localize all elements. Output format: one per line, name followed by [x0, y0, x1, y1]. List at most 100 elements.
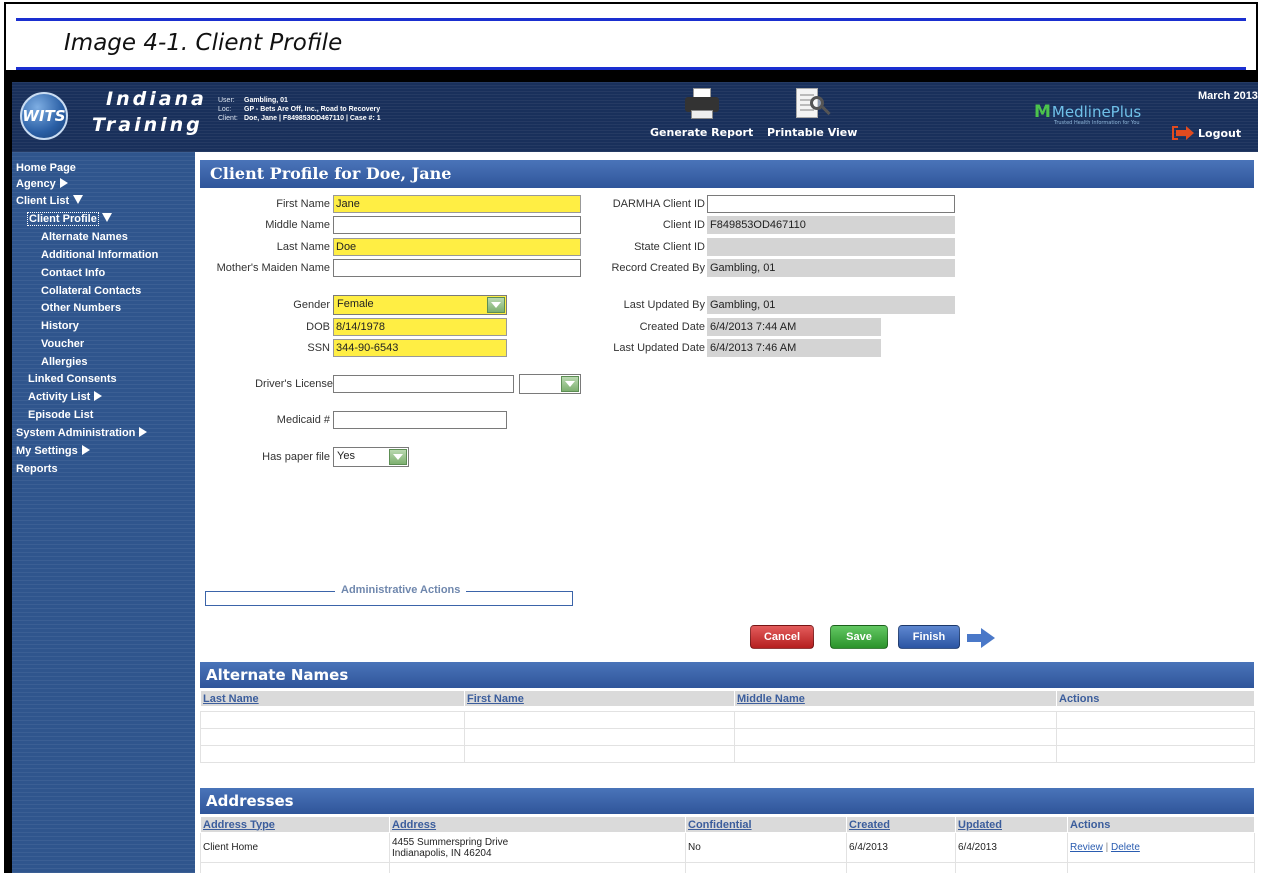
state-client-id-label: State Client ID — [634, 241, 705, 253]
first-name-field[interactable]: Jane — [333, 195, 581, 213]
alternate-names-header: Alternate Names — [200, 662, 1254, 688]
sidebar-nav: Home Page Agency Client List Client Prof… — [12, 152, 195, 873]
client-id-label: Client ID — [662, 219, 705, 231]
col-created[interactable]: Created — [846, 816, 956, 833]
nav-my-settings[interactable]: My Settings — [16, 445, 90, 457]
page-title: Client Profile for Doe, Jane — [200, 160, 1254, 188]
expand-right-icon — [59, 178, 68, 188]
nav-system-administration[interactable]: System Administration — [16, 427, 148, 439]
col-updated[interactable]: Updated — [955, 816, 1068, 833]
expand-right-icon — [94, 391, 103, 401]
mothers-maiden-name-field[interactable] — [333, 259, 581, 277]
dropdown-arrow-icon[interactable] — [389, 449, 407, 465]
session-info: User: Gambling, 01 Loc: GP - Bets Are Off,… — [218, 96, 381, 123]
has-paper-file-select[interactable]: Yes — [333, 447, 409, 467]
gender-value: Female — [337, 298, 374, 310]
loc-value: GP - Bets Are Off, Inc., Road to Recover… — [244, 106, 381, 113]
middle-name-label: Middle Name — [265, 219, 330, 231]
nav-history[interactable]: History — [41, 320, 79, 332]
caption-rule-top — [16, 18, 1246, 21]
nav-other-numbers[interactable]: Other Numbers — [41, 302, 121, 314]
review-link[interactable]: Review — [1070, 842, 1103, 853]
save-button[interactable]: Save — [830, 625, 888, 649]
actions-cell: Review | Delete — [1067, 832, 1255, 863]
middle-name-field[interactable] — [333, 216, 581, 234]
darmha-client-id-field[interactable] — [707, 195, 955, 213]
ssn-field[interactable]: 344-90-6543 — [333, 339, 507, 357]
magnifier-document-icon — [794, 88, 831, 122]
has-paper-file-value: Yes — [337, 450, 355, 462]
medlineplus-link[interactable]: MMedlinePlus Trusted Health Information … — [1034, 102, 1141, 126]
nav-allergies[interactable]: Allergies — [41, 356, 87, 368]
nav-client-list-label: Client List — [16, 195, 70, 207]
nav-activity-list[interactable]: Activity List — [28, 391, 103, 403]
dob-label: DOB — [306, 321, 330, 333]
app-header: WITS Indiana Training User: Gambling, 01 … — [12, 82, 1258, 152]
next-arrow-icon[interactable] — [967, 628, 997, 648]
col-address-type[interactable]: Address Type — [200, 816, 390, 833]
col-first-name[interactable]: First Name — [464, 690, 735, 707]
dropdown-arrow-icon[interactable] — [561, 376, 579, 392]
dropdown-arrow-icon[interactable] — [487, 297, 505, 313]
medicaid-field[interactable] — [333, 411, 507, 429]
nav-client-profile[interactable]: Client Profile — [27, 212, 112, 226]
nav-additional-information[interactable]: Additional Information — [41, 249, 158, 261]
nav-linked-consents[interactable]: Linked Consents — [28, 373, 117, 385]
nav-agency[interactable]: Agency — [16, 178, 68, 190]
nav-voucher[interactable]: Voucher — [41, 338, 84, 350]
col-confidential[interactable]: Confidential — [685, 816, 847, 833]
record-created-by-label: Record Created By — [611, 262, 705, 274]
drivers-license-state-select[interactable] — [519, 374, 581, 394]
administrative-actions-fieldset: Administrative Actions — [205, 584, 573, 596]
generate-report-button[interactable]: Generate Report — [650, 88, 753, 139]
nav-client-list[interactable]: Client List — [16, 195, 84, 207]
delete-link[interactable]: Delete — [1111, 842, 1140, 853]
finish-button[interactable]: Finish — [898, 625, 960, 649]
nav-contact-info[interactable]: Contact Info — [41, 267, 105, 279]
nav-reports[interactable]: Reports — [16, 463, 58, 475]
record-created-by-field: Gambling, 01 — [707, 259, 955, 277]
wits-logo[interactable]: WITS — [20, 92, 68, 140]
dob-field[interactable]: 8/14/1978 — [333, 318, 507, 336]
col-last-name[interactable]: Last Name — [200, 690, 465, 707]
gender-select[interactable]: Female — [333, 295, 507, 315]
ssn-label: SSN — [307, 342, 330, 354]
col-address[interactable]: Address — [389, 816, 686, 833]
confidential-cell: No — [685, 832, 847, 863]
printable-view-button[interactable]: Printable View — [767, 88, 857, 139]
logout-button[interactable]: Logout — [1172, 126, 1241, 140]
last-name-field[interactable]: Doe — [333, 238, 581, 256]
cancel-button[interactable]: Cancel — [750, 625, 814, 649]
nav-my-settings-label: My Settings — [16, 445, 78, 457]
address-cell: 4455 Summerspring Drive Indianapolis, IN… — [389, 832, 686, 863]
table-row — [200, 745, 1255, 763]
nav-episode-list[interactable]: Episode List — [28, 409, 93, 421]
nav-alternate-names[interactable]: Alternate Names — [41, 231, 128, 243]
brand-title-line2: Training — [92, 114, 203, 136]
drivers-license-label: Driver's License — [255, 378, 333, 390]
generate-report-label: Generate Report — [650, 126, 754, 139]
nav-collateral-contacts[interactable]: Collateral Contacts — [41, 285, 141, 297]
gender-label: Gender — [293, 299, 330, 311]
first-name-label: First Name — [276, 198, 330, 210]
darmha-client-id-label: DARMHA Client ID — [612, 198, 705, 210]
table-row: Client Home 4455 Summerspring Drive Indi… — [200, 832, 1255, 863]
caption-rule-bottom — [16, 67, 1246, 70]
addresses-table: Address Type Address Confidential Create… — [200, 816, 1255, 873]
current-date: March 2013 — [1198, 90, 1258, 102]
client-label: Client: — [218, 115, 238, 122]
created-cell: 6/4/2013 — [846, 832, 956, 863]
medlineplus-logo-icon: M — [1034, 102, 1051, 122]
expand-right-icon — [139, 427, 148, 437]
mothers-maiden-name-label: Mother's Maiden Name — [216, 262, 330, 274]
drivers-license-field[interactable] — [333, 375, 514, 393]
nav-activity-list-label: Activity List — [28, 391, 91, 403]
medlineplus-brand: MedlinePlus — [1051, 103, 1142, 121]
printable-view-label: Printable View — [767, 126, 858, 139]
nav-home-page[interactable]: Home Page — [16, 162, 76, 174]
user-label: User: — [218, 97, 235, 104]
col-middle-name[interactable]: Middle Name — [734, 690, 1057, 707]
user-value: Gambling, 01 — [244, 97, 288, 104]
administrative-actions-box — [205, 591, 573, 606]
logout-icon — [1172, 126, 1194, 140]
